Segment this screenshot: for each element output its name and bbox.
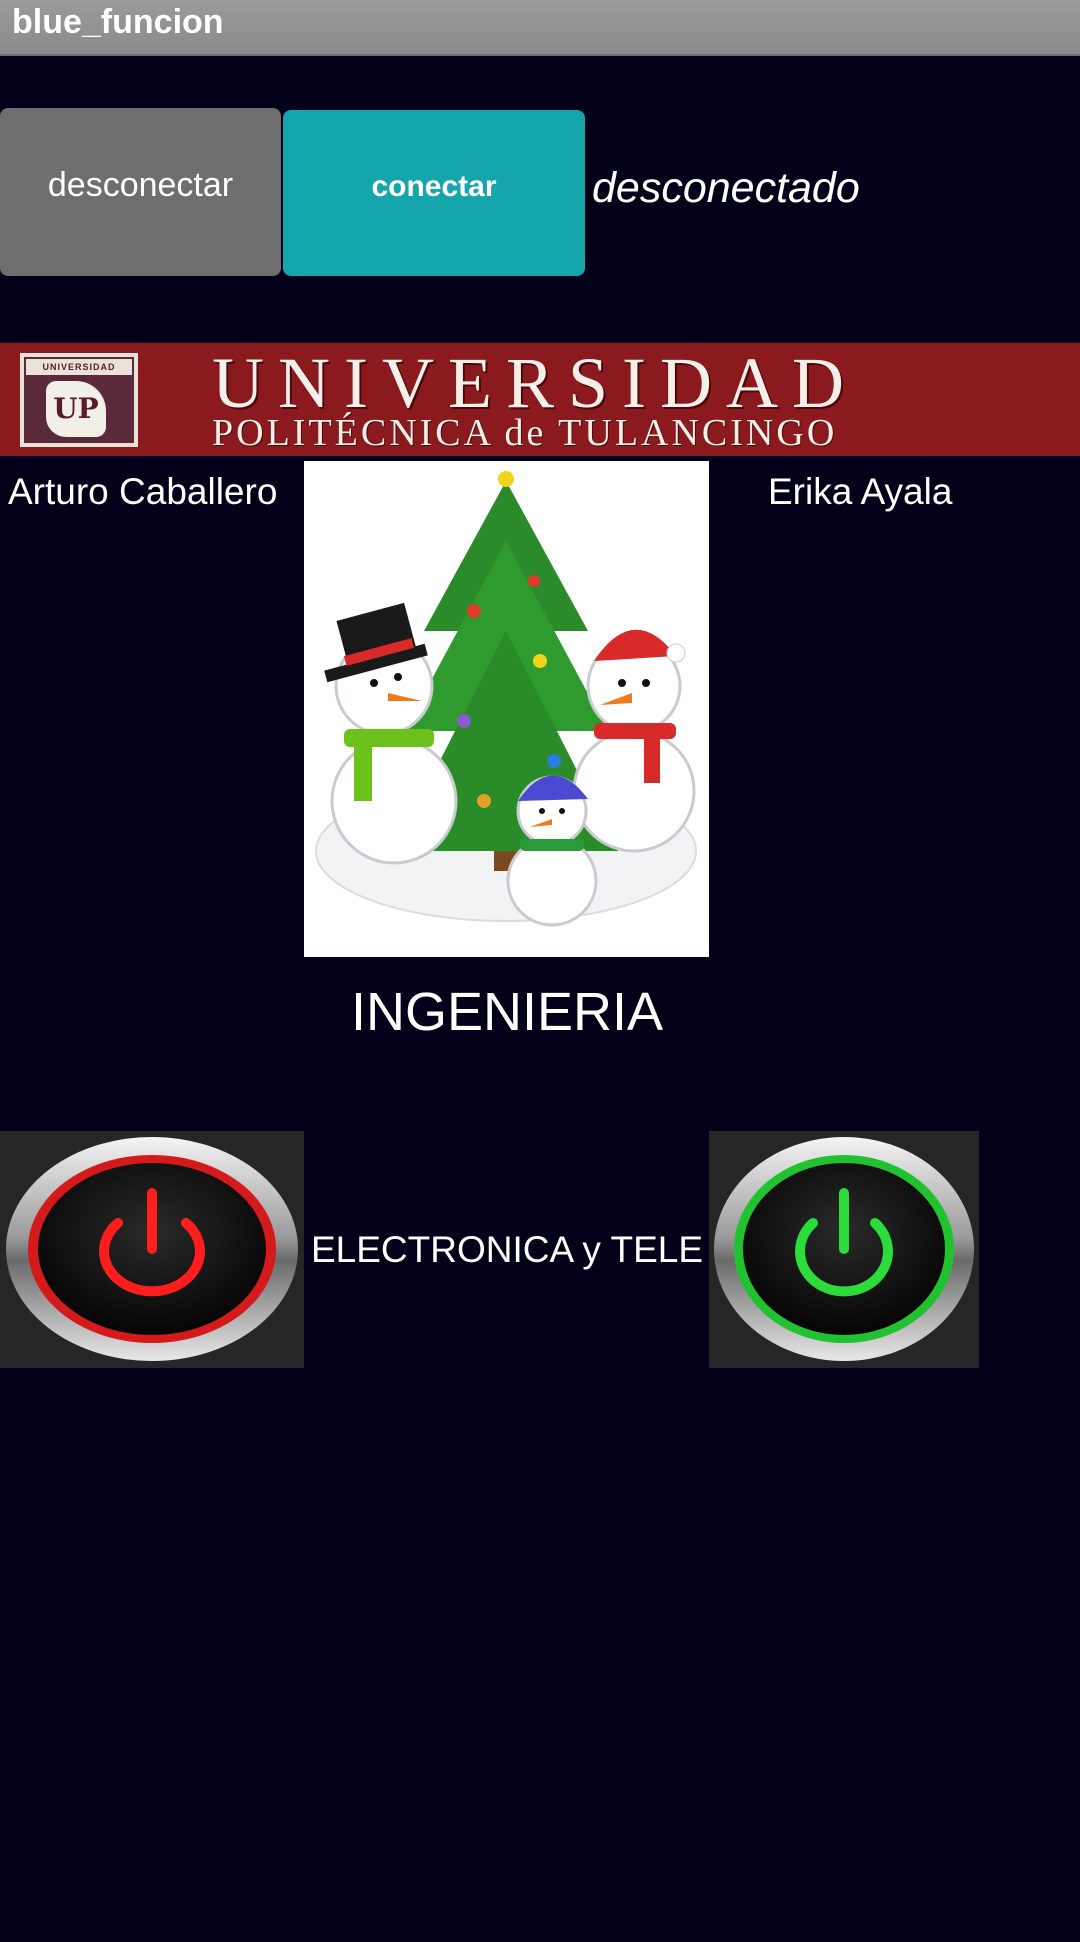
disconnect-button[interactable]: desconectar (0, 108, 281, 276)
christmas-image (304, 461, 709, 957)
title-bar: blue_funcion (0, 0, 1080, 56)
power-off-button[interactable] (0, 1131, 304, 1368)
university-logo: UNIVERSIDAD UP (20, 353, 138, 447)
app-title: blue_funcion (12, 3, 224, 41)
banner-subtitle: POLITÉCNICA de TULANCINGO (212, 412, 838, 454)
university-banner: UNIVERSIDAD UP UNIVERSIDAD POLITÉCNICA d… (0, 343, 1080, 456)
banner-title: UNIVERSIDAD (212, 343, 858, 423)
electronica-label: ELECTRONICA y TELE (311, 1229, 704, 1270)
christmas-snowmen-illustration (315, 471, 697, 927)
power-off-icon (0, 1131, 304, 1368)
ingenieria-label: INGENIERIA (350, 982, 664, 1042)
power-on-icon (709, 1131, 979, 1368)
connection-status: desconectado (592, 164, 860, 212)
logo-caption: UNIVERSIDAD (26, 359, 132, 375)
power-on-button[interactable] (709, 1131, 979, 1368)
name-right: Erika Ayala (768, 471, 953, 512)
connect-button[interactable]: conectar (283, 110, 585, 276)
logo-emblem: UP (46, 381, 106, 437)
name-left: Arturo Caballero (8, 471, 278, 512)
